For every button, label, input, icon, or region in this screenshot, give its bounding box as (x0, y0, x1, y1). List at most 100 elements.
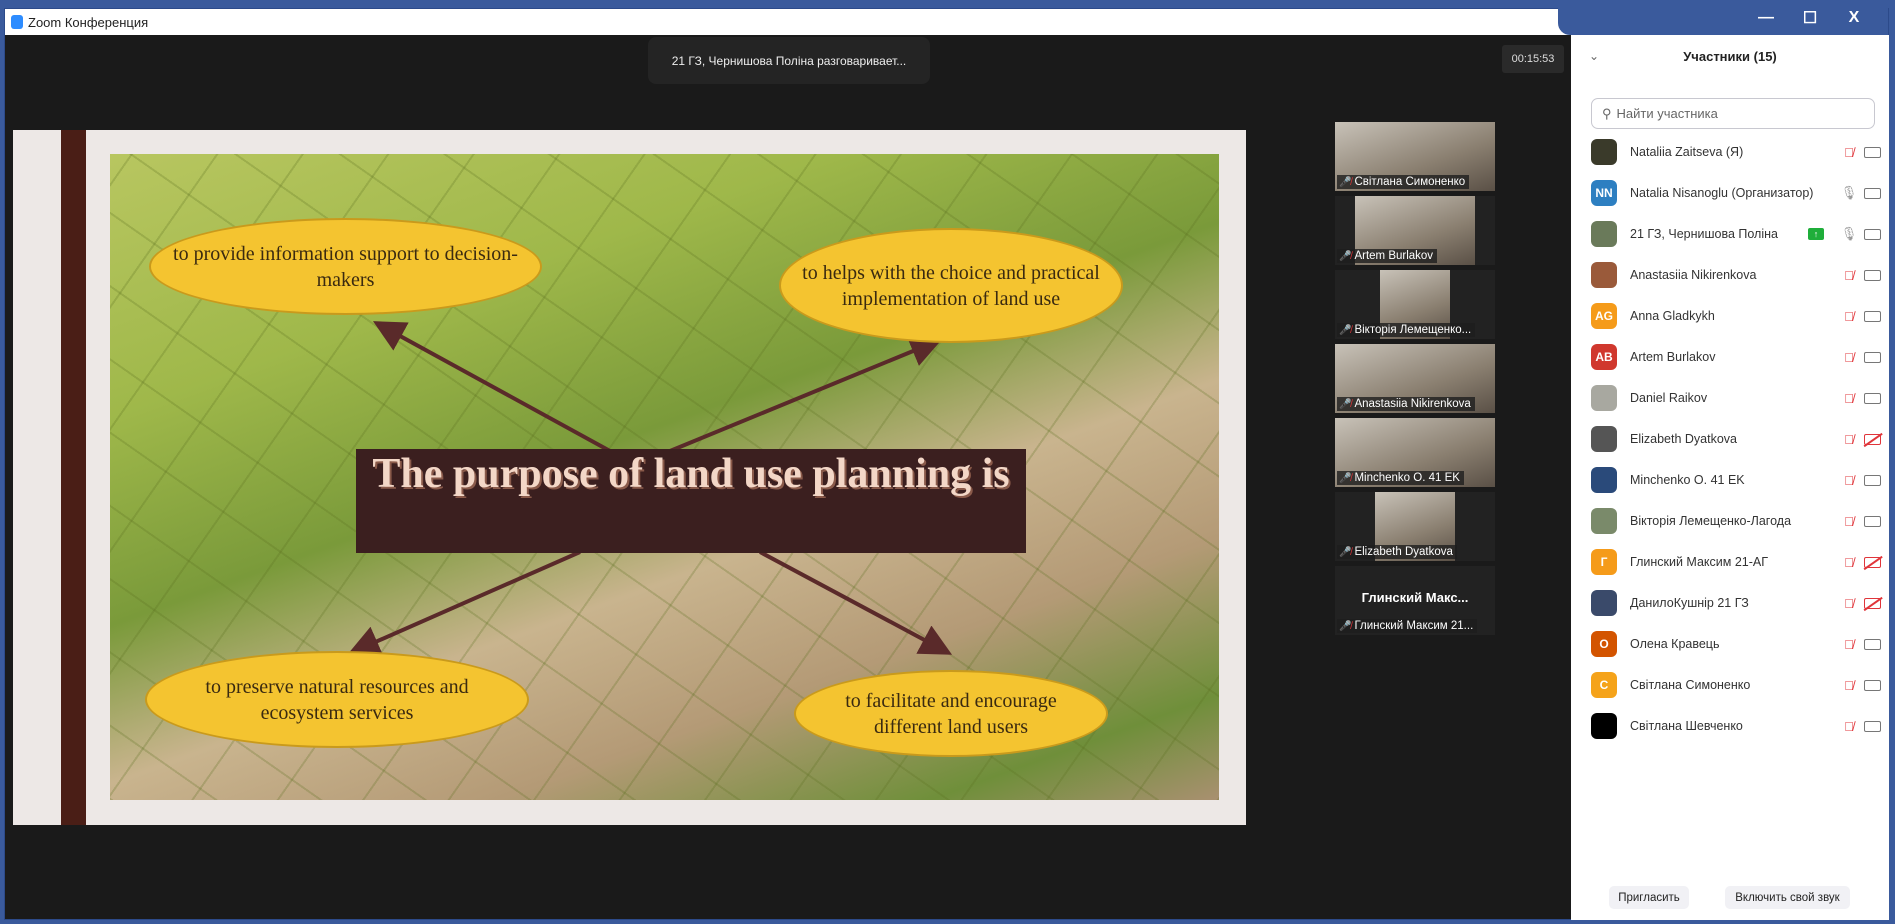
invite-button[interactable]: Пригласить (1609, 886, 1689, 909)
avatar (1591, 590, 1617, 616)
unmute-self-button[interactable]: Включить свой звук (1725, 886, 1850, 909)
camera-icon[interactable] (1864, 187, 1881, 199)
video-tile[interactable]: 🎤̸ Artem Burlakov (1335, 196, 1495, 265)
video-name-label: 🎤̸ Вікторія Лемещенко... (1337, 323, 1476, 337)
active-speaker-banner: 21 ГЗ, Чернишова Поліна разговаривает... (648, 37, 930, 84)
camera-icon[interactable] (1864, 474, 1881, 486)
participant-name: Artem Burlakov (1630, 350, 1716, 364)
search-icon: ⚲ (1602, 105, 1612, 121)
participants-panel: ⌄ Участники (15) ⚲ Найти участника Natal… (1571, 35, 1889, 920)
video-tile[interactable]: 🎤̸ Вікторія Лемещенко... (1335, 270, 1495, 339)
participant-row[interactable]: Г Глинский Максим 21-АГ 🎙̸ (1591, 547, 1881, 577)
mic-muted-icon[interactable]: 🎙̸ (1840, 268, 1858, 283)
bubble-land-use-choice: to helps with the choice and practical i… (779, 228, 1123, 343)
avatar (1591, 385, 1617, 411)
close-button[interactable]: X (1840, 9, 1868, 27)
camera-off-icon[interactable] (1864, 597, 1881, 609)
participant-name: Anastasiia Nikirenkova (1630, 268, 1757, 282)
mic-muted-icon[interactable]: 🎙̸ (1840, 350, 1858, 365)
participant-name: Глинский Максим 21-АГ (1630, 555, 1768, 569)
mic-muted-icon: 🎤̸ (1339, 176, 1352, 188)
avatar: С (1591, 672, 1617, 698)
shared-screen-slide: to provide information support to decisi… (13, 130, 1246, 825)
screen-share-icon: ↑ (1808, 228, 1824, 240)
video-participant-name: Artem Burlakov (1354, 250, 1434, 262)
search-placeholder: Найти участника (1616, 106, 1718, 121)
camera-icon[interactable] (1864, 310, 1881, 322)
participant-row[interactable]: Elizabeth Dyatkova 🎙̸ (1591, 424, 1881, 454)
video-name-label: 🎤̸ Artem Burlakov (1337, 249, 1438, 263)
video-name-label: 🎤̸ Anastasiia Nikirenkova (1337, 397, 1475, 411)
arrow-bottom-right (759, 550, 953, 655)
window-title: Zoom Конференция (28, 14, 149, 30)
participant-row[interactable]: Minchenko O. 41 EK 🎙̸ (1591, 465, 1881, 495)
mic-muted-icon[interactable]: 🎙̸ (1840, 309, 1858, 324)
participant-row[interactable]: Вікторія Лемещенко-Лагода 🎙̸ (1591, 506, 1881, 536)
avatar: Г (1591, 549, 1617, 575)
mic-muted-icon[interactable]: 🎙̸ (1840, 719, 1858, 734)
mic-muted-icon: 🎤̸ (1339, 324, 1352, 336)
participant-row[interactable]: AB Artem Burlakov 🎙̸ (1591, 342, 1881, 372)
mic-muted-icon[interactable]: 🎙̸ (1840, 145, 1858, 160)
mic-muted-icon[interactable]: 🎙̸ (1840, 678, 1858, 693)
participant-row[interactable]: ДанилоКушнір 21 ГЗ 🎙̸ (1591, 588, 1881, 618)
camera-icon[interactable] (1864, 228, 1881, 240)
participant-row[interactable]: Світлана Шевченко 🎙̸ (1591, 711, 1881, 741)
avatar (1591, 713, 1617, 739)
participant-search-input[interactable]: ⚲ Найти участника (1591, 98, 1875, 129)
camera-icon[interactable] (1864, 679, 1881, 691)
mic-muted-icon[interactable]: 🎙̸ (1840, 473, 1858, 488)
camera-icon[interactable] (1864, 515, 1881, 527)
participant-name: Natalia Nisanoglu (Организатор) (1630, 186, 1814, 200)
participant-row[interactable]: Nataliia Zaitseva (Я) 🎙̸ (1591, 137, 1881, 167)
participant-name: Minchenko O. 41 EK (1630, 473, 1745, 487)
participant-row[interactable]: 21 ГЗ, Чернишова Поліна ↑ 🎙 (1591, 219, 1881, 249)
mic-muted-icon[interactable]: 🎙̸ (1840, 391, 1858, 406)
mic-icon[interactable]: 🎙 (1840, 185, 1858, 201)
video-participant-name: Глинский Максим 21... (1354, 620, 1474, 632)
video-name-label: 🎤̸ Minchenko O. 41 EK (1337, 471, 1464, 485)
participant-row[interactable]: Daniel Raikov 🎙̸ (1591, 383, 1881, 413)
video-tile[interactable]: Глинский Макс... 🎤̸ Глинский Максим 21... (1335, 566, 1495, 635)
mic-muted-icon[interactable]: 🎙̸ (1840, 432, 1858, 447)
video-tile[interactable]: 🎤̸ Anastasiia Nikirenkova (1335, 344, 1495, 413)
mic-muted-icon[interactable]: 🎙̸ (1840, 637, 1858, 652)
participant-row[interactable]: NN Natalia Nisanoglu (Организатор) 🎙 (1591, 178, 1881, 208)
avatar (1591, 508, 1617, 534)
mic-icon[interactable]: 🎙 (1840, 226, 1858, 242)
camera-off-icon[interactable] (1864, 556, 1881, 568)
camera-icon[interactable] (1864, 720, 1881, 732)
video-tile[interactable]: 🎤̸ Minchenko O. 41 EK (1335, 418, 1495, 487)
mic-muted-icon[interactable]: 🎙̸ (1840, 555, 1858, 570)
camera-icon[interactable] (1864, 392, 1881, 404)
participant-row[interactable]: О Олена Кравець 🎙̸ (1591, 629, 1881, 659)
video-tile[interactable]: 🎤̸ Elizabeth Dyatkova (1335, 492, 1495, 561)
participant-name: Вікторія Лемещенко-Лагода (1630, 514, 1792, 528)
video-tile[interactable]: 🎤̸ Світлана Симоненко (1335, 122, 1495, 191)
participant-row[interactable]: Anastasiia Nikirenkova 🎙̸ (1591, 260, 1881, 290)
mic-muted-icon: 🎤̸ (1339, 250, 1352, 262)
participant-row[interactable]: С Світлана Симоненко 🎙̸ (1591, 670, 1881, 700)
video-participant-name: Elizabeth Dyatkova (1354, 546, 1453, 558)
zoom-logo-icon (11, 15, 23, 29)
arrow-top-right (669, 336, 943, 453)
mic-muted-icon[interactable]: 🎙̸ (1840, 596, 1858, 611)
video-participant-name: Світлана Симоненко (1354, 176, 1466, 188)
camera-icon[interactable] (1864, 351, 1881, 363)
participant-name: Nataliia Zaitseva (Я) (1630, 145, 1744, 159)
minimize-button[interactable]: — (1752, 9, 1780, 27)
camera-off-icon[interactable] (1864, 433, 1881, 445)
avatar (1591, 467, 1617, 493)
zoom-window: Zoom Конференция — ☐ X 21 ГЗ, Чернишова … (4, 1, 1889, 920)
camera-icon[interactable] (1864, 638, 1881, 650)
camera-icon[interactable] (1864, 269, 1881, 281)
avatar: AG (1591, 303, 1617, 329)
maximize-button[interactable]: ☐ (1796, 8, 1824, 28)
video-name-label: 🎤̸ Глинский Максим 21... (1337, 619, 1478, 633)
camera-icon[interactable] (1864, 146, 1881, 158)
participant-name: Олена Кравець (1630, 637, 1720, 651)
video-name-label: 🎤̸ Elizabeth Dyatkova (1337, 545, 1457, 559)
participant-row[interactable]: AG Anna Gladkykh 🎙̸ (1591, 301, 1881, 331)
mic-muted-icon[interactable]: 🎙̸ (1840, 514, 1858, 529)
video-name-placeholder: Глинский Макс... (1361, 590, 1469, 605)
